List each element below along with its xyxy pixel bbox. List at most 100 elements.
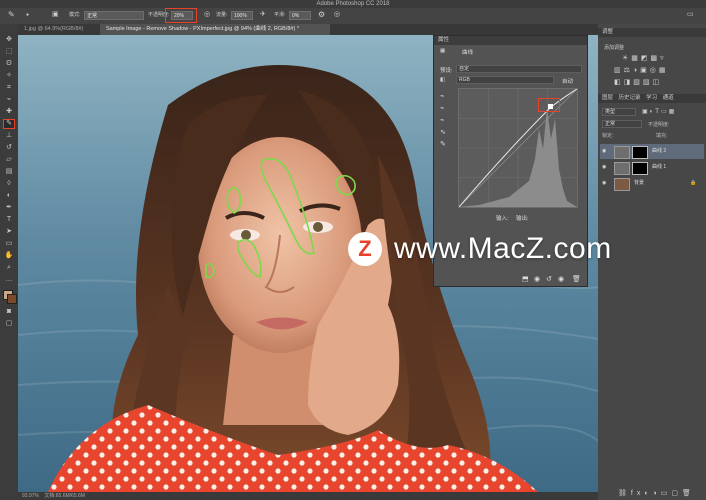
tab-channels[interactable]: 通道 xyxy=(663,95,674,101)
adjustment-layer-thumb xyxy=(614,146,630,159)
zoom-level[interactable]: 93.97% xyxy=(22,493,39,499)
gradient-tool-icon[interactable]: ▤ xyxy=(4,168,14,176)
eyedropper-tool-icon[interactable]: ⌁ xyxy=(4,96,14,104)
input-label: 输入: xyxy=(496,216,509,222)
path-select-tool-icon[interactable]: ➤ xyxy=(4,228,14,236)
view-previous-icon[interactable]: ◉ xyxy=(534,275,540,283)
pencil-curve-icon[interactable]: ✎ xyxy=(440,140,446,148)
tab-learn[interactable]: 学习 xyxy=(646,95,657,101)
delete-icon[interactable]: 🗑 xyxy=(572,275,581,283)
layers-panel-tabs: 图层 历史记录 学习 通道 xyxy=(598,94,706,103)
layer-name: 曲线 1 xyxy=(652,164,667,170)
settings-gear-icon[interactable]: ⚙ xyxy=(318,10,325,19)
curve-graph[interactable] xyxy=(458,88,578,208)
layer-kind-filter[interactable]: 类型 xyxy=(602,108,636,116)
properties-panel-title: 属性 xyxy=(434,36,587,45)
healing-tool-icon[interactable]: ✚ xyxy=(4,108,14,116)
layer-row-curves-2[interactable]: ◉ 曲线 2 xyxy=(600,144,704,159)
brush-size-icon[interactable]: ● xyxy=(26,11,29,20)
layer-filter-icons[interactable]: ▣◐T▭▦ xyxy=(642,108,676,115)
white-point-icon[interactable]: ⌁ xyxy=(440,116,444,124)
move-tool-icon[interactable]: ✥ xyxy=(4,36,14,44)
preset-select[interactable]: 自定 xyxy=(456,65,582,73)
brush-tool-icon[interactable]: ✎ xyxy=(8,10,15,19)
layer-opacity-label: 不透明度: xyxy=(648,122,670,128)
clone-stamp-tool-icon[interactable]: ⊥ xyxy=(4,132,14,140)
visibility-eye-icon[interactable]: ◉ xyxy=(602,160,606,175)
adjustment-icons-row-2[interactable]: ▥⚖◑▣◎▦ xyxy=(614,66,668,74)
auto-button[interactable]: 自动 xyxy=(562,77,573,85)
flow-input[interactable]: 100% xyxy=(231,11,253,20)
flow-label: 流量: xyxy=(216,12,228,18)
layer-actions-bar[interactable]: ⛓fx◐◑▭▢🗑 xyxy=(618,489,695,497)
blend-mode-select[interactable]: 正常 xyxy=(602,120,642,128)
reset-icon[interactable]: ↺ xyxy=(546,275,552,283)
sample-eyedropper-icon[interactable]: ⌁ xyxy=(440,92,444,100)
blur-tool-icon[interactable]: ◊ xyxy=(4,180,14,188)
curve-point-highlight xyxy=(538,98,560,112)
document-tabs: 1.jpg @ 64.9%(RGB/8#) Sample Image - Rem… xyxy=(18,24,598,35)
airbrush-icon[interactable]: ✈ xyxy=(260,10,266,19)
crop-tool-icon[interactable]: ⌗ xyxy=(4,84,14,92)
eraser-tool-icon[interactable]: ▱ xyxy=(4,156,14,164)
dodge-tool-icon[interactable]: ◐ xyxy=(4,192,14,200)
status-bar: 93.97% 文档:65.6M/65.6M xyxy=(18,492,598,500)
background-color-swatch[interactable] xyxy=(7,294,17,304)
properties-panel: 属性 ▦ 曲线 预设: 自定 ◧ RGB 自动 ⌁ ⌁ ⌁ ∿ ✎ 输入: 输出… xyxy=(433,35,588,287)
more-tools-icon[interactable]: … xyxy=(4,276,14,284)
black-point-icon[interactable]: ⌁ xyxy=(440,104,444,112)
brush-panel-icon[interactable]: ▣ xyxy=(52,10,59,19)
tab-document-1[interactable]: 1.jpg @ 64.9%(RGB/8#) xyxy=(18,24,98,35)
adjustment-icons-row-3[interactable]: ◧◨▧▨◫ xyxy=(614,78,662,86)
visibility-eye-icon[interactable]: ◉ xyxy=(602,144,606,159)
opacity-highlight xyxy=(165,8,197,23)
channel-icon: ◧ xyxy=(440,77,446,83)
smooth-input[interactable]: 0% xyxy=(289,11,311,20)
layer-row-background[interactable]: ◉ 背景 🔒 xyxy=(600,176,704,191)
layer-name: 背景 xyxy=(634,180,645,186)
curves-adjustment-icon: ▦ xyxy=(440,48,446,54)
screen-mode-icon[interactable]: ▢ xyxy=(4,320,14,328)
layer-row-curves-1[interactable]: ◉ 曲线 1 xyxy=(600,160,704,175)
lock-label: 锁定: xyxy=(602,133,614,139)
marquee-tool-icon[interactable]: ⬚ xyxy=(4,48,14,56)
output-label: 输出: xyxy=(516,216,529,222)
adjustment-layer-thumb xyxy=(614,162,630,175)
pressure-opacity-icon[interactable]: ◎ xyxy=(204,10,210,19)
visibility-icon[interactable]: ◉ xyxy=(558,275,564,283)
quick-select-tool-icon[interactable]: ✧ xyxy=(4,72,14,80)
background-layer-thumb xyxy=(614,178,630,191)
brush-tool-icon-selected[interactable]: ✎ xyxy=(3,119,15,129)
mode-select[interactable]: 正常 xyxy=(84,11,144,20)
lasso-tool-icon[interactable]: ʘ xyxy=(4,60,14,68)
tab-layers[interactable]: 图层 xyxy=(602,95,613,101)
preset-label: 预设: xyxy=(440,68,453,74)
add-adjustment-label: 添加调整 xyxy=(604,45,625,51)
adjustment-icons-row-1[interactable]: ☀▦◩▩▿ xyxy=(622,54,667,62)
tab-history[interactable]: 历史记录 xyxy=(619,95,641,101)
layer-name: 曲线 2 xyxy=(652,148,667,154)
hand-tool-icon[interactable]: ✋ xyxy=(4,252,14,260)
mode-label: 模式: xyxy=(69,12,81,18)
adjustments-panel-tab[interactable]: 调整 xyxy=(598,28,706,37)
pen-tool-icon[interactable]: ✒ xyxy=(4,204,14,212)
rectangle-tool-icon[interactable]: ▭ xyxy=(4,240,14,248)
pressure-size-icon[interactable]: ◎ xyxy=(334,10,340,19)
document-info: 文档:65.6M/65.6M xyxy=(44,493,85,499)
zoom-tool-icon[interactable]: ⌕ xyxy=(4,264,14,272)
visibility-eye-icon[interactable]: ◉ xyxy=(602,176,606,191)
quick-mask-icon[interactable]: ◙ xyxy=(4,308,14,316)
layer-mask-thumb xyxy=(632,146,648,159)
options-bar: ✎ ● ▣ 模式: 正常 不透明度: 20% ◎ 流量: 100% ✈ 平滑: … xyxy=(0,8,706,25)
tab-document-2[interactable]: Sample Image - Remove Shadow - PXImperfe… xyxy=(100,24,330,35)
workspace-icon[interactable]: ▭ xyxy=(687,10,694,19)
curve-edit-icon[interactable]: ∿ xyxy=(440,128,446,136)
fill-label: 填充: xyxy=(656,133,668,139)
curves-section-label: 曲线 xyxy=(462,50,474,56)
clip-to-layer-icon[interactable]: ⬒ xyxy=(522,275,529,283)
history-brush-tool-icon[interactable]: ↺ xyxy=(4,144,14,152)
channel-select[interactable]: RGB xyxy=(456,76,554,84)
type-tool-icon[interactable]: T xyxy=(4,216,14,224)
layer-mask-thumb xyxy=(632,162,648,175)
smooth-label: 平滑: xyxy=(274,12,286,18)
